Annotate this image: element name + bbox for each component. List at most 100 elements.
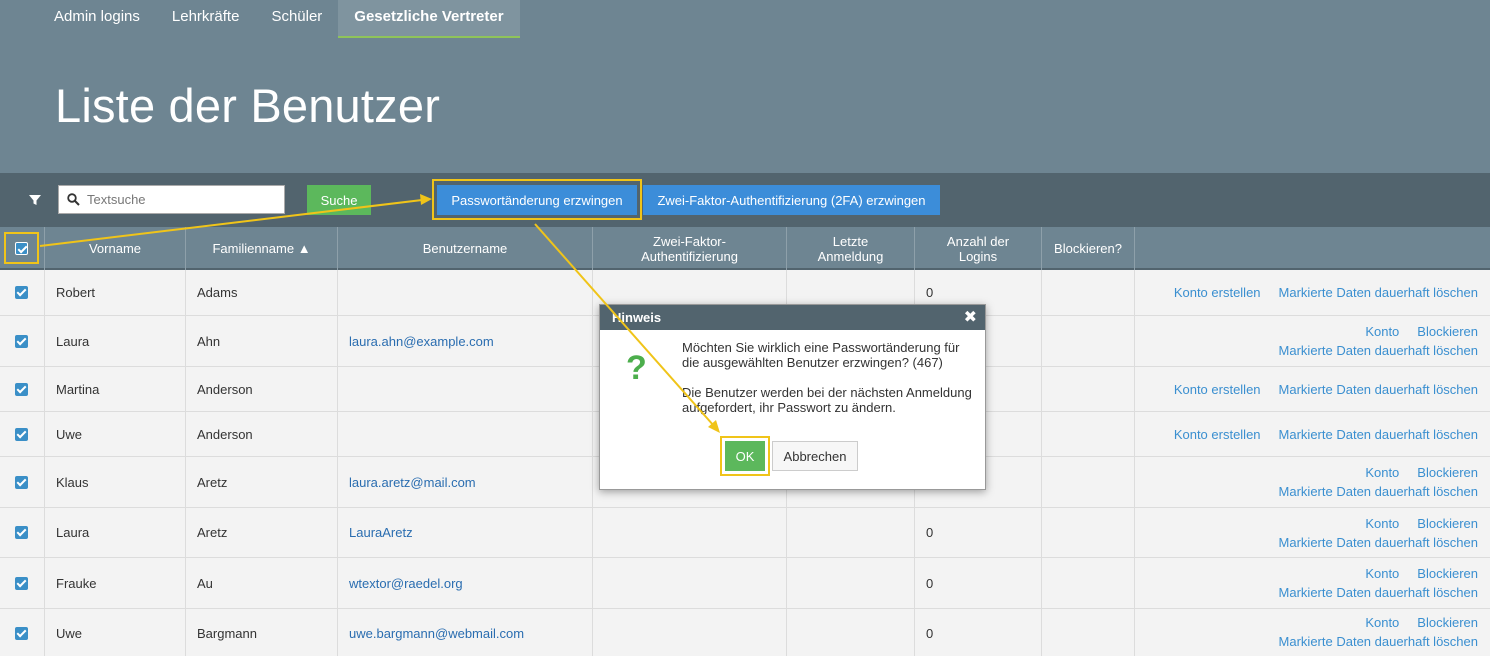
cell-benutzername[interactable]: laura.aretz@mail.com <box>338 457 593 507</box>
create-account-link[interactable]: Konto erstellen <box>1174 382 1261 397</box>
cell-familienname: Aretz <box>186 508 338 557</box>
row-actions: Konto Blockieren Markierte Daten dauerha… <box>1279 609 1478 655</box>
cell-benutzername[interactable]: laura.ahn@example.com <box>338 316 593 366</box>
delete-marked-data-link[interactable]: Markierte Daten dauerhaft löschen <box>1279 535 1478 550</box>
cell-anzahl-logins: 0 <box>915 508 1042 557</box>
cell-vorname: Laura <box>45 508 186 557</box>
table-row: Laura Aretz LauraAretz 0 Konto Blockiere… <box>0 508 1490 558</box>
account-link[interactable]: Konto <box>1365 324 1399 339</box>
cell-benutzername[interactable]: LauraAretz <box>338 508 593 557</box>
account-link[interactable]: Konto <box>1365 615 1399 630</box>
cell-benutzername[interactable]: uwe.bargmann@webmail.com <box>338 609 593 656</box>
cell-familienname: Au <box>186 558 338 608</box>
filter-icon[interactable] <box>28 193 42 207</box>
delete-marked-data-link[interactable]: Markierte Daten dauerhaft löschen <box>1279 484 1478 499</box>
account-link[interactable]: Konto <box>1365 465 1399 480</box>
row-select-cell <box>0 412 45 456</box>
block-link[interactable]: Blockieren <box>1417 465 1478 480</box>
page-header: Admin logins Lehrkräfte Schüler Gesetzli… <box>0 0 1490 173</box>
cell-familienname: Anderson <box>186 367 338 411</box>
block-link[interactable]: Blockieren <box>1417 324 1478 339</box>
cell-familienname: Anderson <box>186 412 338 456</box>
cell-vorname: Uwe <box>45 609 186 656</box>
column-letzte-anmeldung[interactable]: Letzte Anmeldung <box>787 227 915 270</box>
cell-vorname: Martina <box>45 367 186 411</box>
delete-marked-data-link[interactable]: Markierte Daten dauerhaft löschen <box>1279 427 1478 442</box>
delete-marked-data-link[interactable]: Markierte Daten dauerhaft löschen <box>1279 382 1478 397</box>
cell-blockieren <box>1042 508 1135 557</box>
row-checkbox[interactable] <box>15 475 28 489</box>
table-row: Frauke Au wtextor@raedel.org 0 Konto Blo… <box>0 558 1490 609</box>
dialog-title-bar: Hinweis ✖ <box>600 305 985 330</box>
cell-blockieren <box>1042 316 1135 366</box>
create-account-link[interactable]: Konto erstellen <box>1174 427 1261 442</box>
tab-lehrkraefte[interactable]: Lehrkräfte <box>156 0 256 38</box>
row-checkbox[interactable] <box>15 427 28 441</box>
cell-2fa <box>593 508 787 557</box>
cell-letzte-anmeldung <box>787 558 915 608</box>
row-checkbox[interactable] <box>15 334 28 348</box>
force-2fa-button[interactable]: Zwei-Faktor-Authentifizierung (2FA) erzw… <box>643 185 940 215</box>
row-select-cell <box>0 367 45 411</box>
column-vorname[interactable]: Vorname <box>45 227 186 270</box>
page-title: Liste der Benutzer <box>55 79 441 132</box>
dialog-message-info: Die Benutzer werden bei der nächsten Anm… <box>682 385 972 415</box>
column-anzahl-logins[interactable]: Anzahl der Logins <box>915 227 1042 270</box>
column-blockieren[interactable]: Blockieren? <box>1042 227 1135 270</box>
cell-letzte-anmeldung <box>787 609 915 656</box>
cell-vorname: Laura <box>45 316 186 366</box>
block-link[interactable]: Blockieren <box>1417 566 1478 581</box>
select-all-checkbox[interactable] <box>15 241 28 255</box>
ok-button[interactable]: OK <box>725 441 765 471</box>
confirm-dialog: Hinweis ✖ ? Möchten Sie wirklich eine Pa… <box>599 304 986 490</box>
cell-blockieren <box>1042 270 1135 315</box>
search-button[interactable]: Suche <box>307 185 371 215</box>
dialog-title: Hinweis <box>612 310 662 325</box>
cell-2fa <box>593 609 787 656</box>
search-input[interactable] <box>87 186 282 213</box>
create-account-link[interactable]: Konto erstellen <box>1174 285 1261 300</box>
row-actions: Konto Blockieren Markierte Daten dauerha… <box>1279 558 1478 608</box>
row-checkbox[interactable] <box>15 382 28 396</box>
row-actions: Konto Blockieren Markierte Daten dauerha… <box>1279 508 1478 557</box>
cell-blockieren <box>1042 609 1135 656</box>
force-password-change-button[interactable]: Passwortänderung erzwingen <box>437 185 637 215</box>
cell-familienname: Ahn <box>186 316 338 366</box>
account-link[interactable]: Konto <box>1365 566 1399 581</box>
row-checkbox[interactable] <box>15 526 28 539</box>
cell-familienname: Aretz <box>186 457 338 507</box>
delete-marked-data-link[interactable]: Markierte Daten dauerhaft löschen <box>1279 343 1478 358</box>
row-select-cell <box>0 558 45 608</box>
cell-benutzername[interactable]: wtextor@raedel.org <box>338 558 593 608</box>
cell-vorname: Uwe <box>45 412 186 456</box>
search-box <box>58 185 285 214</box>
row-select-cell <box>0 457 45 507</box>
block-link[interactable]: Blockieren <box>1417 516 1478 531</box>
cancel-button[interactable]: Abbrechen <box>772 441 858 471</box>
close-icon[interactable]: ✖ <box>964 305 977 330</box>
cell-benutzername[interactable] <box>338 412 593 456</box>
question-icon: ? <box>626 349 647 387</box>
tab-schueler[interactable]: Schüler <box>255 0 338 38</box>
tab-admin-logins[interactable]: Admin logins <box>38 0 156 38</box>
row-checkbox[interactable] <box>15 576 28 590</box>
row-checkbox[interactable] <box>15 627 28 640</box>
row-select-cell <box>0 270 45 315</box>
row-actions: Konto Blockieren Markierte Daten dauerha… <box>1279 316 1478 366</box>
block-link[interactable]: Blockieren <box>1417 615 1478 630</box>
cell-letzte-anmeldung <box>787 508 915 557</box>
cell-blockieren <box>1042 412 1135 456</box>
cell-benutzername[interactable] <box>338 367 593 411</box>
column-2fa[interactable]: Zwei-Faktor- Authentifizierung <box>593 227 787 270</box>
tab-gesetzliche-vertreter[interactable]: Gesetzliche Vertreter <box>338 0 520 38</box>
cell-benutzername[interactable] <box>338 270 593 315</box>
delete-marked-data-link[interactable]: Markierte Daten dauerhaft löschen <box>1279 634 1478 649</box>
column-2fa-line1: Zwei-Faktor- <box>653 233 726 249</box>
column-familienname[interactable]: Familienname ▲ <box>186 227 338 270</box>
row-checkbox[interactable] <box>15 286 28 299</box>
column-benutzername[interactable]: Benutzername <box>338 227 593 270</box>
dialog-message-question: Möchten Sie wirklich eine Passwortänderu… <box>682 340 960 370</box>
delete-marked-data-link[interactable]: Markierte Daten dauerhaft löschen <box>1279 585 1478 600</box>
account-link[interactable]: Konto <box>1365 516 1399 531</box>
delete-marked-data-link[interactable]: Markierte Daten dauerhaft löschen <box>1279 285 1478 300</box>
